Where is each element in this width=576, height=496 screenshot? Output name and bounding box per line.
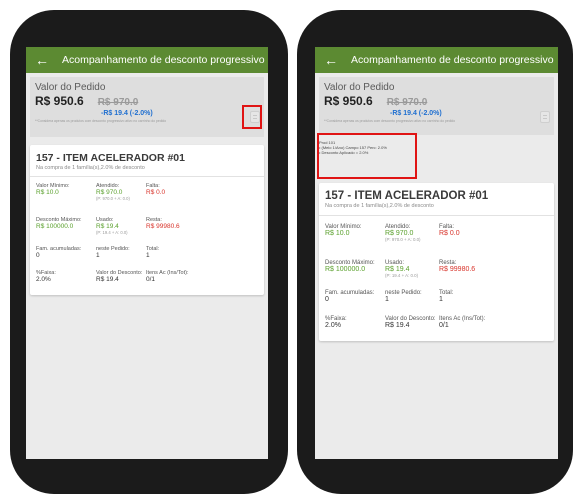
- field-value: R$ 100000.0: [325, 266, 366, 273]
- screen-left: ← Acompanhamento de desconto progressivo…: [26, 47, 268, 459]
- back-arrow-icon[interactable]: ←: [324, 53, 338, 67]
- order-value-row: R$ 950.6 R$ 970.0: [35, 94, 259, 108]
- field-falta: Falta: R$ 0.0: [439, 224, 460, 237]
- field-valor-minimo: Valor Mínimo: R$ 10.0: [325, 224, 362, 237]
- field-value: R$ 99980.6: [439, 266, 476, 273]
- card-title: 157 - ITEM ACELERADOR #01: [325, 190, 489, 202]
- field-sub: (P: 970.0 + A: 0.0): [96, 196, 130, 201]
- field-atendido: Atendido: R$ 970.0 (P: 970.0 + A: 0.0): [385, 224, 421, 242]
- back-arrow-icon[interactable]: ←: [35, 53, 49, 67]
- field-label: Fam. acumuladas:: [325, 290, 375, 296]
- field-value: R$ 0.0: [146, 189, 166, 196]
- page-title: Acompanhamento de desconto progressivo: [62, 54, 265, 66]
- field-desconto-maximo: Desconto Máximo: R$ 100000.0: [36, 217, 82, 230]
- field-value: 2.0%: [325, 322, 341, 329]
- field-value: R$ 99980.6: [146, 223, 180, 230]
- field-desconto-maximo: Desconto Máximo: R$ 100000.0: [325, 260, 375, 273]
- order-value-current: R$ 950.6: [35, 94, 84, 108]
- order-discount: -R$ 19.4 (-2.0%): [390, 110, 442, 117]
- field-value: R$ 19.4: [96, 223, 119, 230]
- highlight-box-icon: [317, 133, 417, 179]
- field-resta: Resta: R$ 99980.6: [146, 217, 180, 230]
- field-value: R$ 100000.0: [36, 223, 74, 230]
- field-value: 1: [146, 252, 150, 259]
- discount-card: 157 - ITEM ACELERADOR #01 Na compra de 1…: [319, 183, 554, 341]
- field-usado: Usado: R$ 19.4 (P: 19.4 + A: 0.0): [96, 217, 128, 235]
- phone-left: ← Acompanhamento de desconto progressivo…: [10, 10, 288, 494]
- page-title: Acompanhamento de desconto progressivo: [351, 54, 554, 66]
- order-value-original: R$ 970.0: [386, 97, 428, 108]
- app-bar: ← Acompanhamento de desconto progressivo: [315, 47, 558, 73]
- highlight-box-icon: [242, 105, 262, 129]
- field-faixa: %Faixa: 2.0%: [36, 270, 56, 283]
- field-value: 0/1: [439, 322, 449, 329]
- order-summary: Valor do Pedido R$ 950.6 R$ 970.0 -R$ 19…: [30, 77, 264, 137]
- app-bar: ← Acompanhamento de desconto progressivo: [26, 47, 268, 73]
- card-divider: [30, 176, 264, 177]
- screen-right: ← Acompanhamento de desconto progressivo…: [315, 47, 558, 459]
- field-value: 2.0%: [36, 276, 51, 283]
- field-neste-pedido: neste Pedido: 1: [385, 290, 422, 303]
- field-value: 0/1: [146, 276, 156, 283]
- field-value: R$ 19.4: [385, 266, 410, 273]
- field-valor-desconto: Valor do Desconto: R$ 19.4: [96, 270, 142, 283]
- field-sub: (P: 19.4 + A: 0.0): [385, 273, 419, 278]
- field-itens-ac: Itens Ac (Ins/Tot): 0/1: [439, 316, 485, 329]
- order-summary-note: **Considera apenas os produtos com desco…: [324, 119, 456, 123]
- field-value: 0: [325, 296, 329, 303]
- field-value: 1: [439, 296, 443, 303]
- info-list-icon[interactable]: [540, 111, 550, 123]
- discount-card: 157 - ITEM ACELERADOR #01 Na compra de 1…: [30, 145, 264, 295]
- order-value-label: Valor do Pedido: [324, 82, 395, 93]
- field-sub: (P: 19.4 + A: 0.0): [96, 230, 128, 235]
- field-label: neste Pedido:: [385, 290, 422, 296]
- field-value: R$ 19.4: [385, 322, 410, 329]
- field-value: R$ 10.0: [36, 189, 59, 196]
- order-value-row: R$ 950.6 R$ 970.0: [324, 94, 549, 108]
- field-value: R$ 19.4: [96, 276, 119, 283]
- field-total: Total: 1: [439, 290, 453, 303]
- field-value: R$ 970.0: [96, 189, 123, 196]
- field-sub: (P: 970.0 + A: 0.0): [385, 237, 421, 242]
- field-value: R$ 970.0: [385, 230, 414, 237]
- field-value: R$ 10.0: [325, 230, 350, 237]
- field-label: neste Pedido:: [96, 246, 130, 252]
- field-usado: Usado: R$ 19.4 (P: 19.4 + A: 0.0): [385, 260, 418, 278]
- phone-right: ← Acompanhamento de desconto progressivo…: [297, 10, 573, 494]
- field-fam-acumuladas: Fam. acumuladas: 0: [36, 246, 81, 259]
- field-resta: Resta: R$ 99980.6: [439, 260, 475, 273]
- order-value-original: R$ 970.0: [97, 97, 139, 108]
- field-neste-pedido: neste Pedido: 1: [96, 246, 130, 259]
- card-subtitle: Na compra de 1 família(s),2.0% de descon…: [325, 203, 434, 209]
- card-divider: [319, 215, 554, 216]
- field-itens-ac: Itens Ac (Ins/Tot): 0/1: [146, 270, 189, 283]
- field-value: 1: [96, 252, 100, 259]
- field-total: Total: 1: [146, 246, 159, 259]
- field-valor-desconto: Valor do Desconto: R$ 19.4: [385, 316, 436, 329]
- order-discount: -R$ 19.4 (-2.0%): [101, 110, 153, 117]
- card-title: 157 - ITEM ACELERADOR #01: [36, 152, 185, 164]
- order-summary: Valor do Pedido R$ 950.6 R$ 970.0 -R$ 19…: [319, 77, 554, 135]
- field-value: 1: [385, 296, 389, 303]
- field-faixa: %Faixa: 2.0%: [325, 316, 347, 329]
- card-subtitle: Na compra de 1 família(s),2.0% de descon…: [36, 165, 145, 171]
- order-summary-note: **Considera apenas os produtos com desco…: [35, 119, 167, 123]
- order-value-label: Valor do Pedido: [35, 82, 106, 93]
- field-atendido: Atendido: R$ 970.0 (P: 970.0 + A: 0.0): [96, 183, 130, 201]
- order-value-current: R$ 950.6: [324, 94, 373, 108]
- field-falta: Falta: R$ 0.0: [146, 183, 165, 196]
- field-value: 0: [36, 252, 40, 259]
- field-valor-minimo: Valor Mínimo: R$ 10.0: [36, 183, 70, 196]
- field-value: R$ 0.0: [439, 230, 460, 237]
- field-fam-acumuladas: Fam. acumuladas: 0: [325, 290, 374, 303]
- field-label: Fam. acumuladas:: [36, 246, 82, 252]
